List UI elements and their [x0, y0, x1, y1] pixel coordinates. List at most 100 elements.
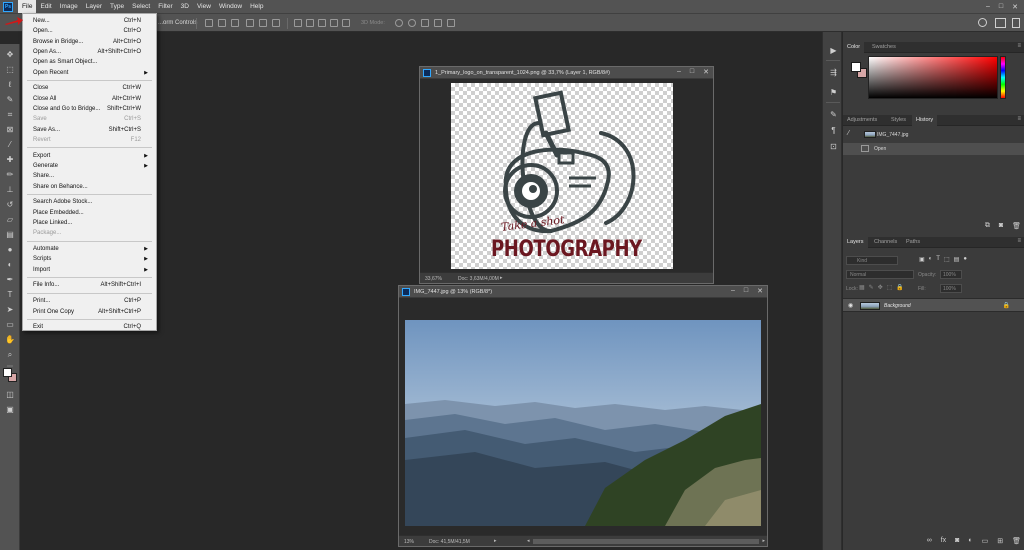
quick-select-tool-icon[interactable]: ✎: [5, 95, 15, 105]
menu-select[interactable]: Select: [128, 0, 154, 13]
file-menu-item-open[interactable]: Open... Ctrl+O: [33, 26, 150, 36]
doc-close-button[interactable]: ✕: [703, 68, 709, 76]
new-layer-icon[interactable]: ⊞: [997, 537, 1003, 545]
file-menu-item-close-all[interactable]: Close All Alt+Ctrl+W: [33, 94, 150, 104]
roll-3d-icon[interactable]: [408, 19, 416, 27]
hue-slider[interactable]: [1000, 56, 1006, 99]
marquee-tool-icon[interactable]: ⬚: [5, 65, 15, 75]
type-tool-icon[interactable]: T: [5, 290, 15, 300]
menu-help[interactable]: Help: [246, 0, 267, 13]
quick-mask-icon[interactable]: ◫: [5, 390, 15, 400]
distribute-left-icon[interactable]: [330, 19, 338, 27]
align-top-icon[interactable]: [246, 19, 254, 27]
path-select-tool-icon[interactable]: ➤: [5, 305, 15, 315]
file-menu-item-print-one-copy[interactable]: Print One Copy Alt+Shift+Ctrl+P: [33, 307, 150, 317]
orbit-3d-icon[interactable]: [395, 19, 403, 27]
menu-file[interactable]: File: [18, 0, 37, 13]
link-layers-icon[interactable]: ∞: [927, 537, 932, 545]
panel-menu-icon[interactable]: ≡: [1017, 238, 1021, 244]
distribute-top-icon[interactable]: [294, 19, 302, 27]
panel-foreground-swatch[interactable]: [851, 62, 861, 72]
menu-layer[interactable]: Layer: [82, 0, 106, 13]
opacity-input[interactable]: 100%: [940, 270, 962, 279]
filter-shape-icon[interactable]: ⬚: [944, 256, 950, 263]
zoom-tool-icon[interactable]: ⌕: [5, 350, 15, 360]
gradient-tool-icon[interactable]: ▤: [5, 230, 15, 240]
adjust-icon[interactable]: ⇶: [829, 68, 838, 77]
layer-row-background[interactable]: ◉ Background 🔒: [843, 298, 1024, 312]
file-menu-item-file-info[interactable]: File Info... Alt+Shift+Ctrl+I: [33, 280, 150, 290]
menu-filter[interactable]: Filter: [154, 0, 176, 13]
menu-window[interactable]: Window: [215, 0, 246, 13]
file-menu-item-export[interactable]: Export ▶: [33, 151, 150, 161]
horizontal-scrollbar[interactable]: [533, 539, 759, 544]
file-menu-item-share[interactable]: Share...: [33, 171, 150, 181]
layer-visibility-eye-icon[interactable]: ◉: [848, 302, 853, 309]
file-menu-item-open-as-smart-object[interactable]: Open as Smart Object...: [33, 57, 150, 67]
layer-name[interactable]: Background: [884, 303, 911, 309]
new-group-icon[interactable]: ▭: [982, 537, 989, 545]
file-menu-item-open-recent[interactable]: Open Recent ▶: [33, 68, 150, 78]
tab-styles[interactable]: Styles: [887, 115, 910, 126]
maximize-button[interactable]: □: [999, 3, 1003, 10]
new-document-from-state-icon[interactable]: ⧉: [985, 222, 990, 230]
history-brush-tool-icon[interactable]: ↺: [5, 200, 15, 210]
layer-filter-select[interactable]: Kind: [846, 256, 898, 265]
panel-menu-icon[interactable]: ≡: [1017, 43, 1021, 49]
file-menu-item-browse-in-bridge[interactable]: Browse in Bridge... Alt+Ctrl+O: [33, 37, 150, 47]
file-menu-item-open-as[interactable]: Open As... Alt+Shift+Ctrl+O: [33, 47, 150, 57]
move-tool-icon[interactable]: ✥: [5, 50, 15, 60]
drag-3d-icon[interactable]: [421, 19, 429, 27]
history-step[interactable]: Open: [843, 143, 1024, 155]
screen-mode-icon[interactable]: ▣: [5, 405, 15, 415]
file-menu-item-automate[interactable]: Automate ▶: [33, 244, 150, 254]
file-menu-item-scripts[interactable]: Scripts ▶: [33, 254, 150, 264]
file-menu-item-place-linked[interactable]: Place Linked...: [33, 218, 150, 228]
share-icon[interactable]: [1012, 18, 1020, 28]
doc-minimize-button[interactable]: –: [677, 68, 681, 76]
menu-edit[interactable]: Edit: [36, 0, 55, 13]
filter-type-icon[interactable]: T: [936, 256, 940, 263]
scale-3d-icon[interactable]: [447, 19, 455, 27]
filter-toggle-icon[interactable]: ●: [963, 256, 967, 263]
pen-tool-icon[interactable]: ✒: [5, 275, 15, 285]
file-menu-item-close-and-go-to-bridge[interactable]: Close and Go to Bridge... Shift+Ctrl+W: [33, 104, 150, 114]
lock-artboard-icon[interactable]: ⬚: [887, 284, 893, 291]
brush-tool-icon[interactable]: ✏: [5, 170, 15, 180]
tab-history[interactable]: History: [912, 115, 938, 126]
minimize-button[interactable]: –: [986, 3, 990, 10]
transparent-canvas[interactable]: Take a shot PHOTOGRAPHY: [451, 83, 673, 269]
history-brush-icon[interactable]: ⁄: [848, 130, 849, 137]
menu-3d[interactable]: 3D: [177, 0, 193, 13]
file-menu-item-exit[interactable]: Exit Ctrl+Q: [33, 322, 150, 332]
eyedropper-tool-icon[interactable]: ⁄: [5, 140, 15, 150]
file-menu-item-search-adobe-stock[interactable]: Search Adobe Stock...: [33, 197, 150, 207]
lock-pixels-icon[interactable]: ✎: [869, 284, 874, 291]
document-window-logo[interactable]: 1_Primary_logo_on_transparent_1024.png @…: [419, 66, 714, 284]
play-icon[interactable]: ▶: [829, 46, 838, 55]
file-menu-item-print[interactable]: Print... Ctrl+P: [33, 296, 150, 306]
close-button[interactable]: ✕: [1012, 3, 1018, 11]
tab-channels[interactable]: Channels: [870, 237, 901, 248]
history-snapshot[interactable]: ⁄ IMG_7447.jpg: [843, 129, 1024, 141]
rectangle-tool-icon[interactable]: ▭: [5, 320, 15, 330]
file-menu-item-place-embedded[interactable]: Place Embedded...: [33, 208, 150, 218]
brush-settings-icon[interactable]: ✎: [829, 110, 838, 119]
doc-minimize-button[interactable]: –: [731, 287, 735, 295]
zoom-level[interactable]: 13%: [404, 539, 414, 545]
frame-tool-icon[interactable]: ⊠: [5, 125, 15, 135]
lock-transparency-icon[interactable]: ▦: [859, 284, 865, 291]
lock-all-icon[interactable]: 🔒: [896, 284, 903, 291]
add-mask-icon[interactable]: ◙: [955, 537, 959, 545]
tab-paths[interactable]: Paths: [902, 237, 924, 248]
blur-tool-icon[interactable]: ●: [5, 245, 15, 255]
scroll-left-icon[interactable]: ◂: [527, 538, 530, 544]
menu-type[interactable]: Type: [106, 0, 128, 13]
doc-maximize-button[interactable]: □: [744, 287, 748, 295]
document-titlebar[interactable]: IMG_7447.jpg @ 13% (RGB/8*) – □ ✕: [399, 286, 767, 298]
dodge-tool-icon[interactable]: ◐: [5, 260, 15, 270]
photo-canvas[interactable]: [405, 320, 761, 526]
align-middle-icon[interactable]: [259, 19, 267, 27]
paragraph-icon[interactable]: ¶: [829, 126, 838, 135]
fill-input[interactable]: 100%: [940, 284, 962, 293]
